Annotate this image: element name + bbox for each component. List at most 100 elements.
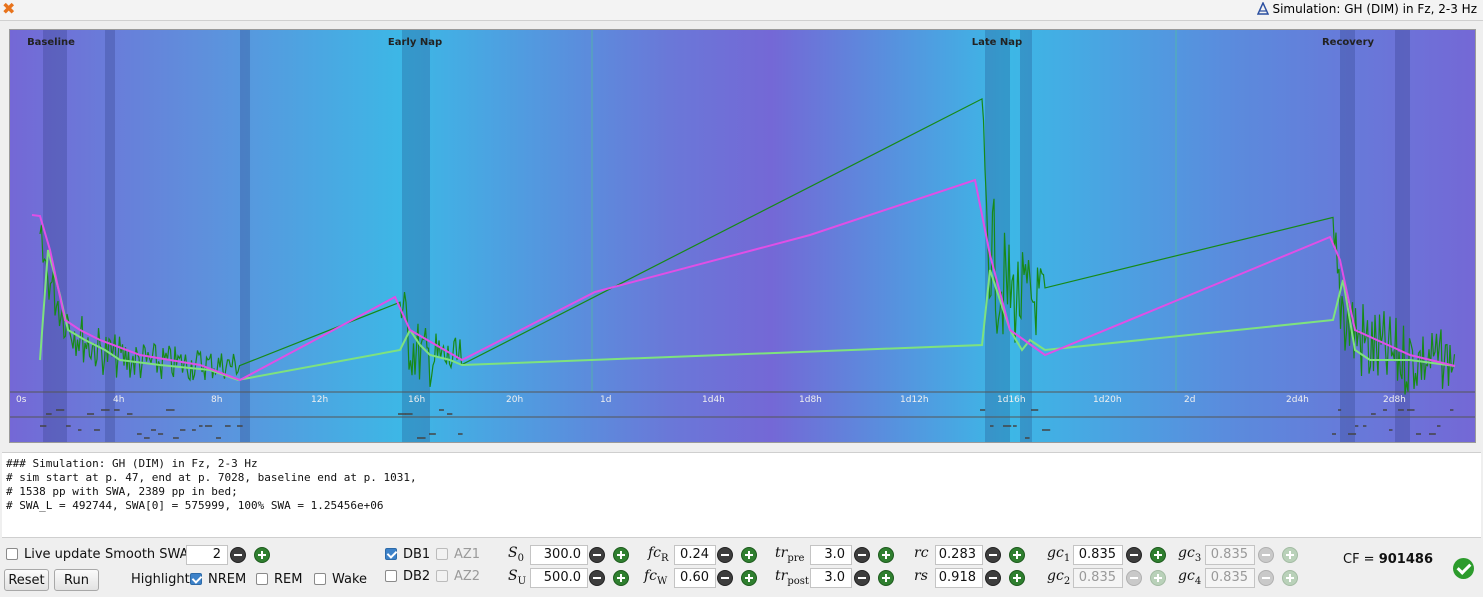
param-gc4-plus-icon[interactable] [1282,570,1298,586]
checkbox-box[interactable] [385,570,397,582]
nrem-band [1020,30,1032,442]
param-su-field[interactable]: 500.0 [530,568,588,588]
note-line: # sim start at p. 47, end at p. 7028, ba… [6,471,417,484]
status-ok-icon [1453,558,1474,579]
param-trpre-label: trpre [775,545,805,564]
az2-checkbox[interactable]: AZ2 [436,569,480,584]
param-gc4-field[interactable]: 0.835 [1205,568,1255,588]
param-trpost-label: trpost [775,568,809,587]
close-icon[interactable]: ✖ [2,1,18,17]
time-tick-label: 1d12h [900,395,929,405]
param-trpre-minus-icon[interactable] [854,547,870,563]
param-su-label: SU [508,568,527,587]
time-tick-label: 16h [408,395,425,405]
param-su-plus-icon[interactable] [613,570,629,586]
nrem-band [1340,30,1355,442]
episode-label: Baseline [27,37,75,48]
param-rs-plus-icon[interactable] [1009,570,1025,586]
swa-chart[interactable]: 0s 4h 8h 12h 16h 20h 1d 1d4h 1d8h 1d12h 1d16h 1d20h… [10,30,1475,442]
live-update-checkbox[interactable]: Live update [6,547,100,562]
az1-checkbox[interactable]: AZ1 [436,547,480,562]
param-trpre-plus-icon[interactable] [878,547,894,563]
param-fcw-minus-icon[interactable] [717,570,733,586]
checkbox-box[interactable] [256,573,268,585]
time-tick-label: 12h [311,395,328,405]
param-trpost-plus-icon[interactable] [878,570,894,586]
param-fcr-label: fcR [648,545,669,564]
time-tick-label: 8h [211,395,222,405]
checkbox-box[interactable] [436,570,448,582]
param-gc2-field[interactable]: 0.835 [1073,568,1123,588]
window-title: Simulation: GH (DIM) in Fz, 2-3 Hz [1257,1,1477,16]
nrem-band [985,30,1010,442]
time-tick-label: 1d4h [702,395,725,405]
param-gc1-field[interactable]: 0.835 [1073,545,1123,565]
time-tick-label: 2d4h [1286,395,1309,405]
param-gc1-minus-icon[interactable] [1126,547,1142,563]
time-tick-label: 0s [16,395,27,405]
param-s0-label: S0 [508,545,524,564]
reset-button[interactable]: Reset [4,569,49,591]
param-trpost-field[interactable]: 3.0 [810,568,852,588]
highlight-wake-checkbox[interactable]: Wake [314,572,367,587]
time-tick-label: 1d20h [1093,395,1122,405]
param-rc-plus-icon[interactable] [1009,547,1025,563]
param-gc4-minus-icon[interactable] [1258,570,1274,586]
param-gc1-label: gc1 [1047,545,1071,564]
param-s0-field[interactable]: 300.0 [530,545,588,565]
param-fcw-plus-icon[interactable] [741,570,757,586]
param-fcr-field[interactable]: 0.24 [674,545,716,565]
param-fcw-field[interactable]: 0.60 [674,568,716,588]
checkbox-box[interactable] [314,573,326,585]
note-line: # 1538 pp with SWA, 2389 pp in bed; [6,485,238,498]
note-line: ### Simulation: GH (DIM) in Fz, 2-3 Hz [6,457,258,470]
param-gc3-field[interactable]: 0.835 [1205,545,1255,565]
param-fcr-minus-icon[interactable] [717,547,733,563]
param-gc2-label: gc2 [1047,568,1071,587]
nrem-band [402,30,430,442]
param-gc4-label: gc4 [1178,568,1202,587]
checkbox-box[interactable] [385,548,397,560]
time-tick-label: 4h [113,395,124,405]
highlight-nrem-checkbox[interactable]: NREM [190,572,246,587]
highlight-rem-checkbox[interactable]: REM [256,572,302,587]
param-fcr-plus-icon[interactable] [741,547,757,563]
time-tick-label: 1d8h [799,395,822,405]
smooth-swa-minus-icon[interactable] [230,547,246,563]
smooth-swa-field[interactable]: 2 [186,545,228,565]
episode-label: Late Nap [972,37,1022,48]
db1-checkbox[interactable]: DB1 [385,547,430,562]
episode-label: Recovery [1322,37,1375,48]
param-rs-minus-icon[interactable] [985,570,1001,586]
checkbox-box[interactable] [6,548,18,560]
param-gc1-plus-icon[interactable] [1150,547,1166,563]
note-line: # SWA_L = 492744, SWA[0] = 575999, 100% … [6,499,384,512]
time-tick-label: 1d16h [997,395,1026,405]
time-tick-label: 20h [506,395,523,405]
param-rc-minus-icon[interactable] [985,547,1001,563]
param-rc-label: rc [914,545,929,561]
app-icon [1257,1,1270,15]
param-rc-field[interactable]: 0.283 [935,545,983,565]
checkbox-box[interactable] [436,548,448,560]
cost-function-readout: CF = 901486 [1343,552,1433,567]
episode-label: Early Nap [388,37,442,48]
smooth-swa-plus-icon[interactable] [254,547,270,563]
smooth-swa-label: Smooth SWA: [105,547,193,562]
run-button[interactable]: Run [54,569,99,591]
checkbox-box[interactable] [190,573,202,585]
param-gc2-minus-icon[interactable] [1126,570,1142,586]
param-s0-minus-icon[interactable] [589,547,605,563]
param-gc3-minus-icon[interactable] [1258,547,1274,563]
param-rs-field[interactable]: 0.918 [935,568,983,588]
swa-plot[interactable]: 0s 4h 8h 12h 16h 20h 1d 1d4h 1d8h 1d12h 1d16h 1d20h… [9,29,1476,443]
param-s0-plus-icon[interactable] [613,547,629,563]
param-gc2-plus-icon[interactable] [1150,570,1166,586]
param-trpre-field[interactable]: 3.0 [810,545,852,565]
param-su-minus-icon[interactable] [589,570,605,586]
param-rs-label: rs [914,568,928,584]
db2-checkbox[interactable]: DB2 [385,569,430,584]
param-trpost-minus-icon[interactable] [854,570,870,586]
time-tick-label: 2d8h [1383,395,1406,405]
param-gc3-plus-icon[interactable] [1282,547,1298,563]
